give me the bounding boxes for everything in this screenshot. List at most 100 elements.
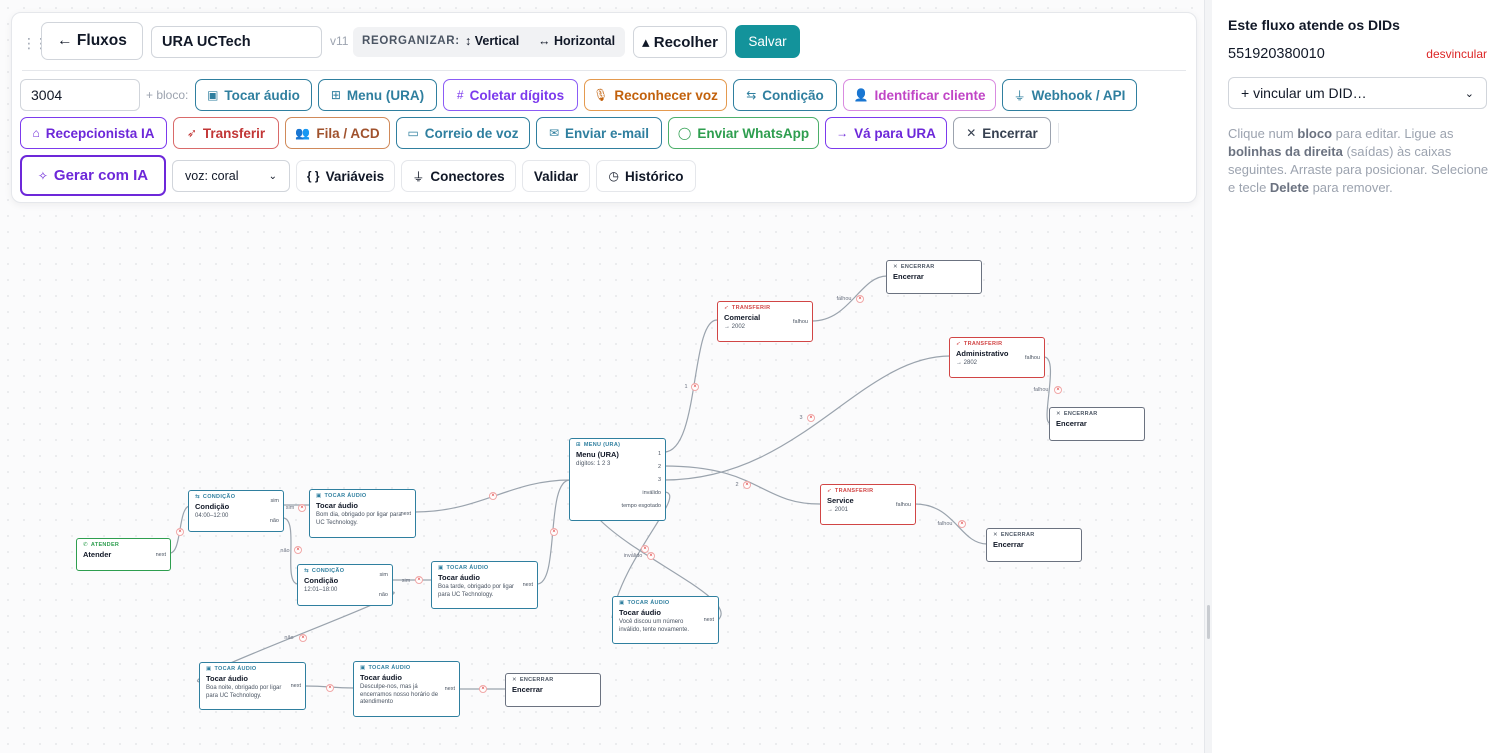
node-tocar-audio-2[interactable]: ▣ TOCAR ÁUDIO Tocar áudio Boa tarde, obri… (431, 561, 538, 609)
edge-delete-icon[interactable]: × (1054, 386, 1062, 394)
output-port[interactable]: falhou (793, 319, 808, 325)
audio-icon: ▣ (360, 665, 366, 671)
edge-delete-icon[interactable]: × (743, 481, 751, 489)
output-port-3[interactable]: 3 (658, 477, 661, 483)
edge-delete-icon[interactable]: × (176, 528, 184, 536)
add-tocar-audio-button[interactable]: ▣ Tocar áudio (195, 79, 312, 111)
add-condicao-button[interactable]: ⇆ Condição (733, 79, 837, 111)
edge-delete-icon[interactable]: × (647, 552, 655, 560)
node-encerrar-4[interactable]: ✕ ENCERRAR Encerrar (986, 528, 1082, 562)
output-port[interactable]: falhou (1025, 355, 1040, 361)
add-reconhecer-voz-button[interactable]: 🎙 Reconhecer voz (584, 79, 727, 111)
add-enviar-email-button[interactable]: ✉ Enviar e-mail (536, 117, 662, 149)
output-port[interactable]: next (156, 552, 166, 558)
output-port[interactable]: next (291, 683, 301, 689)
output-port-2[interactable]: 2 (658, 464, 661, 470)
node-title: Condição (195, 502, 230, 511)
node-tocar-audio-4[interactable]: ▣ TOCAR ÁUDIO Tocar áudio Desculpe-nos, m… (353, 661, 460, 717)
generate-with-ai-button[interactable]: ✧ Gerar com IA (20, 155, 166, 196)
edge-delete-icon[interactable]: × (807, 414, 815, 422)
node-title: Atender (83, 550, 112, 559)
node-encerrar-2[interactable]: ✕ ENCERRAR Encerrar (886, 260, 982, 294)
add-coletar-digitos-button[interactable]: # Coletar dígitos (443, 79, 578, 111)
connectors-button[interactable]: ⏚ Conectores (401, 160, 516, 192)
node-menu-ura[interactable]: ⊞ MENU (URA) Menu (URA) dígitos: 1 2 3 1 … (569, 438, 666, 521)
node-tocar-audio-5[interactable]: ▣ TOCAR ÁUDIO Tocar áudio Você discou um … (612, 596, 719, 644)
output-port-1[interactable]: 1 (658, 451, 661, 457)
output-port[interactable]: next (523, 582, 533, 588)
node-title: Tocar áudio (619, 608, 661, 617)
add-enviar-whatsapp-button[interactable]: ◯ Enviar WhatsApp (668, 117, 819, 149)
chevron-down-icon: ⌄ (268, 170, 277, 182)
node-tocar-audio-1[interactable]: ▣ TOCAR ÁUDIO Tocar áudio Bom dia, obriga… (309, 489, 416, 538)
output-port[interactable]: falhou (896, 502, 911, 508)
add-block-label: + bloco: (146, 88, 189, 102)
voice-select[interactable]: voz: coral ⌄ (172, 160, 290, 192)
node-atender[interactable]: ✆ ATENDER Atender next (76, 538, 171, 571)
add-correio-voz-button[interactable]: ▭ Correio de voz (396, 117, 530, 149)
link-did-select[interactable]: + vincular um DID… ⌄ (1228, 77, 1487, 109)
add-encerrar-button[interactable]: ✕ Encerrar (953, 117, 1051, 149)
output-port[interactable]: sim (379, 572, 388, 578)
edge-delete-icon[interactable]: × (299, 634, 307, 642)
hash-icon: # (456, 88, 464, 102)
node-condicao-1[interactable]: ⇆ CONDIÇÃO Condição 04:00–12:00 sim não (188, 490, 284, 532)
arrow-right-icon: → (836, 126, 849, 140)
output-port-timeout[interactable]: tempo esgotado (622, 503, 661, 509)
node-desc: Boa tarde, obrigado por ligar para UC Te… (438, 584, 515, 598)
validate-button[interactable]: Validar (522, 160, 590, 192)
toolbar-divider (22, 70, 1186, 71)
output-port[interactable]: next (704, 617, 714, 623)
panel-title: Este fluxo atende os DIDs (1228, 17, 1400, 33)
node-condicao-2[interactable]: ⇆ CONDIÇÃO Condição 12:01–18:00 sim não (297, 564, 393, 606)
edge-delete-icon[interactable]: × (326, 684, 334, 692)
add-va-para-ura-button[interactable]: → Vá para URA (825, 117, 947, 149)
resize-grip[interactable] (1207, 605, 1210, 639)
flow-name-input[interactable]: URA UCTech (151, 26, 322, 58)
output-port[interactable]: sim (270, 498, 279, 504)
node-title: Tocar áudio (438, 573, 480, 582)
collapse-button[interactable]: ▴ Recolher (633, 26, 727, 58)
output-port[interactable]: não (379, 592, 388, 598)
add-webhook-api-button[interactable]: ⏚ Webhook / API (1002, 79, 1137, 111)
braces-icon: { } (306, 169, 320, 183)
edge-delete-icon[interactable]: × (489, 492, 497, 500)
horizontal-layout-button[interactable]: ↔ Horizontal (538, 34, 615, 48)
node-encerrar-3[interactable]: ✕ ENCERRAR Encerrar (1049, 407, 1145, 441)
edge-delete-icon[interactable]: × (298, 504, 306, 512)
history-button[interactable]: ◷ Histórico (596, 160, 696, 192)
edge-delete-icon[interactable]: × (479, 685, 487, 693)
output-port[interactable]: não (270, 518, 279, 524)
panel-resizer[interactable] (1204, 0, 1212, 753)
add-fila-acd-button[interactable]: 👥 Fila / ACD (285, 117, 390, 149)
edge-label-1: 1 (684, 384, 688, 390)
node-transferir-administrativo[interactable]: ➶ TRANSFERIR Administrativo → 2802 falhou (949, 337, 1045, 378)
edge-label-nao: não (280, 548, 290, 554)
node-tocar-audio-3[interactable]: ▣ TOCAR ÁUDIO Tocar áudio Boa noite, obri… (199, 662, 306, 710)
add-transferir-button[interactable]: ➶ Transferir (173, 117, 279, 149)
node-encerrar-1[interactable]: ✕ ENCERRAR Encerrar (505, 673, 601, 707)
branch-icon: ⇆ (746, 88, 757, 102)
node-transferir-comercial[interactable]: ➶ TRANSFERIR Comercial → 2002 falhou (717, 301, 813, 342)
output-port[interactable]: next (401, 511, 411, 517)
edge-delete-icon[interactable]: × (856, 295, 864, 303)
output-port[interactable]: next (445, 686, 455, 692)
edge-delete-icon[interactable]: × (691, 383, 699, 391)
edge-delete-icon[interactable]: × (550, 528, 558, 536)
audio-icon: ▣ (316, 493, 322, 499)
edge-delete-icon[interactable]: × (415, 576, 423, 584)
output-port-invalido[interactable]: inválido (642, 490, 661, 496)
back-to-flows-button[interactable]: ← Fluxos (41, 22, 143, 60)
variables-button[interactable]: { } Variáveis (296, 160, 395, 192)
vertical-layout-button[interactable]: ↕ Vertical (465, 34, 519, 48)
audio-icon: ▣ (619, 600, 625, 606)
edge-delete-icon[interactable]: × (294, 546, 302, 554)
extension-input[interactable]: 3004 (20, 79, 140, 111)
add-identificar-cliente-button[interactable]: 👤 Identificar cliente (843, 79, 996, 111)
add-recepcionista-ia-button[interactable]: ⌂ Recepcionista IA (20, 117, 167, 149)
edge-delete-icon[interactable]: × (958, 520, 966, 528)
add-menu-ura-button[interactable]: ⊞ Menu (URA) (318, 79, 437, 111)
save-button[interactable]: Salvar (735, 25, 800, 58)
node-transferir-service[interactable]: ➶ TRANSFERIR Service → 2001 falhou (820, 484, 916, 525)
unlink-did-link[interactable]: desvincular (1426, 47, 1487, 61)
